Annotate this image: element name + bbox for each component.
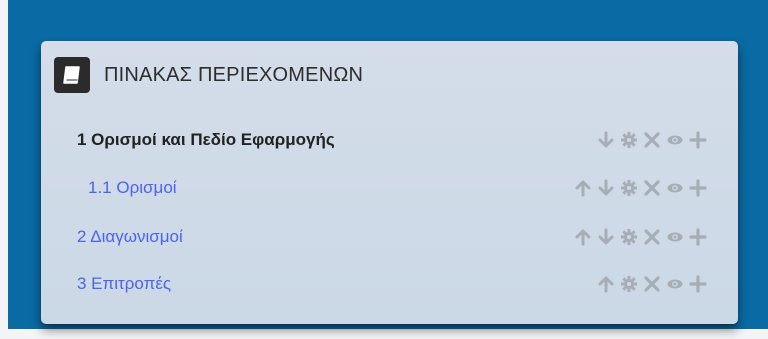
move-down-icon[interactable]: [596, 177, 616, 199]
view-eye-icon[interactable]: [665, 129, 685, 151]
toc-item-3-link[interactable]: 3 Επιτροπές: [77, 274, 171, 294]
view-eye-icon[interactable]: [665, 273, 685, 295]
delete-x-icon[interactable]: [642, 226, 662, 248]
settings-gear-icon[interactable]: [619, 129, 639, 151]
add-plus-icon[interactable]: [688, 273, 708, 295]
toc-row-3: 2 Διαγωνισμοί: [41, 223, 738, 251]
toc-item-1-title[interactable]: 1 Ορισμοί και Πεδίο Εφαρμογής: [77, 130, 335, 150]
toc-row-2: 1.1 Ορισμοί: [41, 174, 738, 202]
toc-row-1: 1 Ορισμοί και Πεδίο Εφαρμογής: [41, 126, 738, 154]
view-eye-icon[interactable]: [665, 177, 685, 199]
delete-x-icon[interactable]: [642, 177, 662, 199]
page-bottom-edge: [0, 329, 768, 339]
toc-row-4-actions: [593, 272, 708, 296]
view-eye-icon[interactable]: [665, 226, 685, 248]
toc-row-1-actions: [593, 128, 708, 152]
table-of-contents-panel: ΠΙΝΑΚΑΣ ΠΕΡΙΕΧΟΜΕΝΩΝ 1 Ορισμοί και Πεδίο…: [41, 41, 738, 324]
delete-x-icon[interactable]: [642, 273, 662, 295]
toc-item-1-1-link[interactable]: 1.1 Ορισμοί: [88, 178, 177, 198]
move-up-icon[interactable]: [573, 226, 593, 248]
toc-row-4: 3 Επιτροπές: [41, 270, 738, 298]
add-plus-icon[interactable]: [688, 177, 708, 199]
move-up-icon[interactable]: [573, 177, 593, 199]
panel-header: ΠΙΝΑΚΑΣ ΠΕΡΙΕΧΟΜΕΝΩΝ: [54, 57, 363, 93]
toc-item-2-link[interactable]: 2 Διαγωνισμοί: [77, 227, 183, 247]
add-plus-icon[interactable]: [688, 226, 708, 248]
delete-x-icon[interactable]: [642, 129, 662, 151]
settings-gear-icon[interactable]: [619, 273, 639, 295]
move-down-icon[interactable]: [596, 129, 616, 151]
move-down-icon[interactable]: [596, 226, 616, 248]
page-left-edge: [0, 0, 8, 339]
settings-gear-icon[interactable]: [619, 177, 639, 199]
toc-row-2-actions: [570, 176, 708, 200]
move-up-icon[interactable]: [596, 273, 616, 295]
book-icon: [54, 57, 90, 93]
panel-title: ΠΙΝΑΚΑΣ ΠΕΡΙΕΧΟΜΕΝΩΝ: [104, 63, 364, 86]
settings-gear-icon[interactable]: [619, 226, 639, 248]
toc-row-3-actions: [570, 225, 708, 249]
add-plus-icon[interactable]: [688, 129, 708, 151]
